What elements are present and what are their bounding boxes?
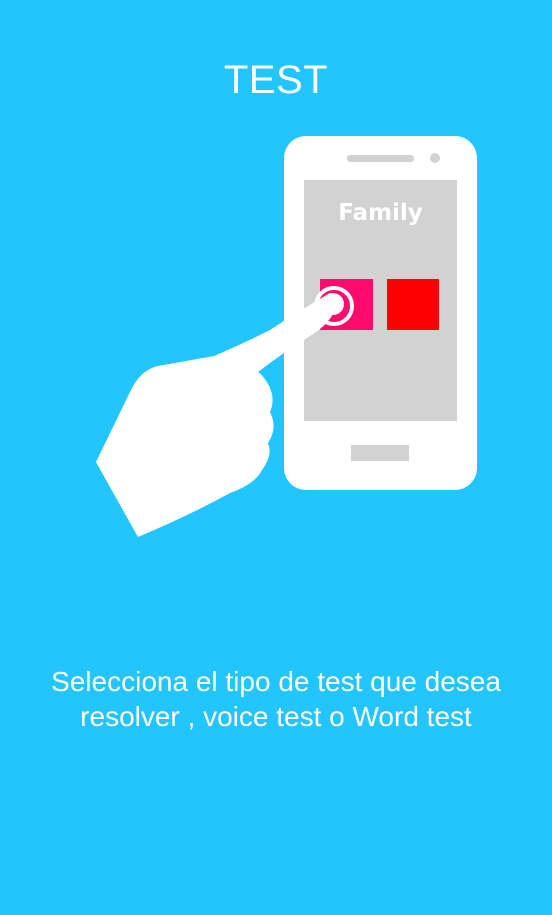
tap-illustration xyxy=(96,136,477,537)
phone-screen-label: Family xyxy=(338,200,423,226)
phone-home-button xyxy=(351,445,409,461)
phone-speaker xyxy=(347,155,414,162)
instruction-text: Selecciona el tipo de test que desea res… xyxy=(51,666,501,732)
tile-right xyxy=(387,279,439,330)
phone-camera xyxy=(430,153,440,163)
onboarding-screen: TEST Family Selecciona el tipo de test q… xyxy=(0,0,552,915)
